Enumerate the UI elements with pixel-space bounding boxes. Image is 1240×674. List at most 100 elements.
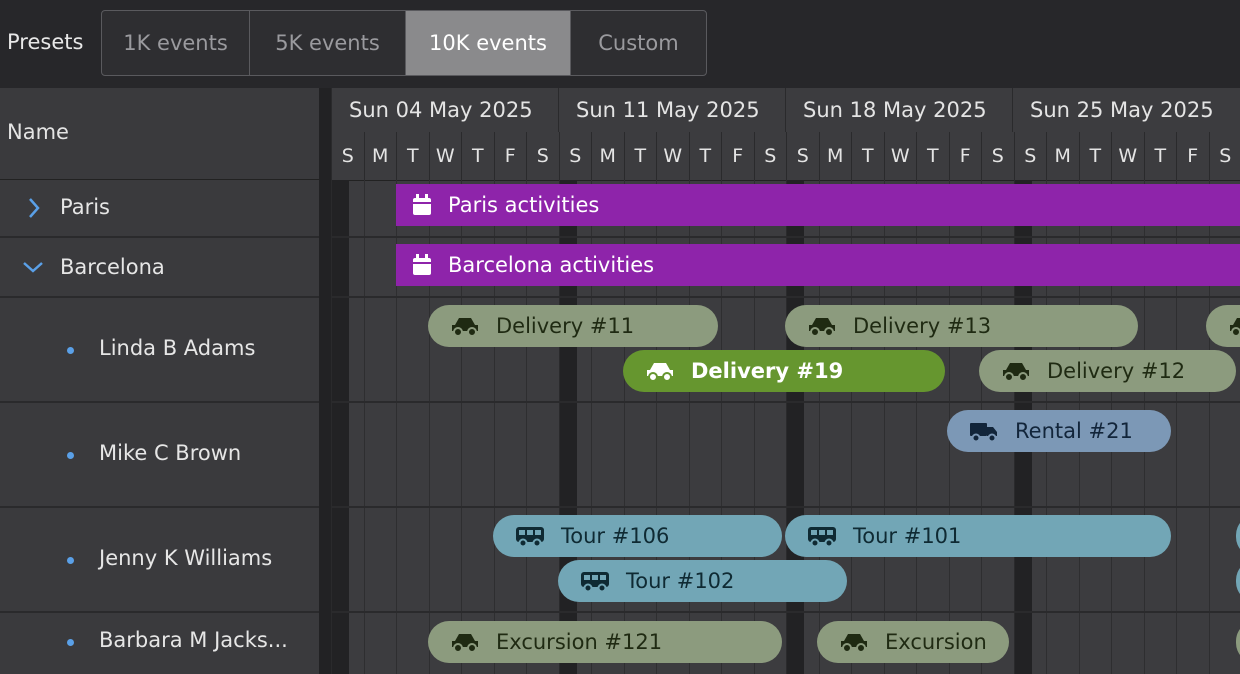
day-header-cell: T [396,132,429,180]
preset-1k-button[interactable]: 1K events [101,10,250,76]
bullet-icon [67,347,74,354]
event-excursion[interactable]: Excursion [817,621,1009,663]
tree-row-barcelona[interactable]: Barcelona [0,238,319,298]
day-header-cell: M [818,132,852,180]
event-tour-101[interactable]: Tour #101 [785,515,1171,557]
tree-row-paris[interactable]: Paris [0,180,319,238]
tree-row-mike[interactable]: Mike C Brown [0,403,319,508]
week-header-cell: Sun 04 May 2025 [331,88,558,132]
day-header-cell: M [591,132,624,180]
event-tour-partial[interactable] [1236,560,1240,602]
event-label: Tour #101 [853,524,962,548]
event-tour-102[interactable]: Tour #102 [558,560,847,602]
row-divider [331,506,1240,508]
day-header-cell: S [786,132,819,180]
tree-row-label: Jenny K Williams [99,546,273,570]
event-delivery-11[interactable]: Delivery #11 [428,305,718,347]
day-header: SMTWTFSSMTWTFSSMTWTFSSMTWTFS [331,132,1240,181]
schedule-timeline: Sun 04 May 2025 Sun 11 May 2025 Sun 18 M… [331,88,1240,674]
tree-row-barbara[interactable]: Barbara M Jacks... [0,613,319,674]
bullet-icon [67,452,74,459]
day-header-cell: W [656,132,689,180]
event-label: Tour #106 [561,524,670,548]
day-header-cell: T [1078,132,1112,180]
tree-row-label: Mike C Brown [99,441,242,465]
event-delivery-12[interactable]: Delivery #12 [979,350,1236,392]
event-paris-activities[interactable]: Paris activities [396,184,1240,226]
day-header-cell: W [883,132,917,180]
day-header-cell: M [1046,132,1079,180]
resource-grid: Name Paris Barcelona Linda B Adams Mike … [0,88,319,674]
timeline-body: Paris activities Barcelona activities De… [331,180,1240,674]
event-label: Delivery #12 [1047,359,1186,383]
preset-5k-button[interactable]: 5K events [249,10,406,76]
tree-row-linda[interactable]: Linda B Adams [0,298,319,403]
event-label: Delivery #13 [853,314,992,338]
presets-label: Presets [7,30,84,54]
car-icon [452,318,478,337]
day-header-cell: S [753,132,787,180]
event-label: Excursion #121 [496,630,663,654]
calendar-icon [413,194,431,215]
event-tour-106[interactable]: Tour #106 [493,515,782,557]
bus-icon [581,572,609,592]
week-header: Sun 04 May 2025 Sun 11 May 2025 Sun 18 M… [331,88,1240,132]
tree-row-label: Barcelona [60,255,165,279]
car-icon [1230,318,1240,337]
preset-10k-button[interactable]: 10K events [405,10,571,76]
preset-custom-button[interactable]: Custom [570,10,707,76]
day-header-cell: T [623,132,657,180]
calendar-icon [413,254,431,275]
event-label: Delivery #19 [691,359,844,383]
event-delivery-13[interactable]: Delivery #13 [785,305,1138,347]
day-header-cell: S [331,132,364,180]
toolbar: Presets 1K events 5K events 10K events C… [0,0,1240,88]
grid-splitter[interactable] [319,88,331,674]
event-excursion-partial[interactable] [1236,621,1240,663]
day-header-cell: S [1013,132,1047,180]
day-header-cell: T [688,132,722,180]
event-rental-21[interactable]: Rental #21 [947,410,1171,452]
day-header-cell: W [428,132,462,180]
tree-row-jenny[interactable]: Jenny K Williams [0,508,319,613]
row-divider [331,611,1240,613]
chevron-right-icon[interactable] [27,197,41,219]
week-header-cell: Sun 11 May 2025 [558,88,785,132]
day-header-cell: T [851,132,884,180]
event-label: Paris activities [448,193,600,217]
chevron-down-icon[interactable] [22,260,44,274]
bullet-icon [67,639,74,646]
event-barcelona-activities[interactable]: Barcelona activities [396,244,1240,286]
grid-column-line [331,180,349,674]
day-header-cell: F [493,132,527,180]
row-divider [331,236,1240,238]
day-header-cell: M [363,132,397,180]
car-icon [809,318,835,337]
day-header-cell: F [948,132,982,180]
event-label: Rental #21 [1015,419,1133,443]
event-label: Delivery #11 [496,314,635,338]
day-header-cell: T [1143,132,1177,180]
row-divider [331,401,1240,403]
event-label: Tour #102 [626,569,735,593]
event-delivery-19[interactable]: Delivery #19 [623,350,945,392]
day-header-cell: S [526,132,559,180]
day-header-cell: T [461,132,494,180]
name-column-title: Name [7,120,69,144]
tree-row-label: Paris [60,195,110,219]
car-icon [1003,363,1029,382]
event-tour-partial[interactable] [1236,515,1240,557]
event-excursion-121[interactable]: Excursion #121 [428,621,782,663]
week-header-cell: Sun 18 May 2025 [785,88,1012,132]
tree-row-label: Barbara M Jacks... [99,628,288,652]
car-icon [647,363,673,382]
car-icon [841,634,867,653]
event-delivery-partial[interactable] [1206,305,1240,347]
row-divider [331,296,1240,298]
car-icon [452,634,478,653]
day-header-cell: F [721,132,754,180]
day-header-cell: W [1111,132,1144,180]
bullet-icon [67,557,74,564]
grid-column-line [363,180,365,674]
name-column-header[interactable]: Name [0,88,319,180]
